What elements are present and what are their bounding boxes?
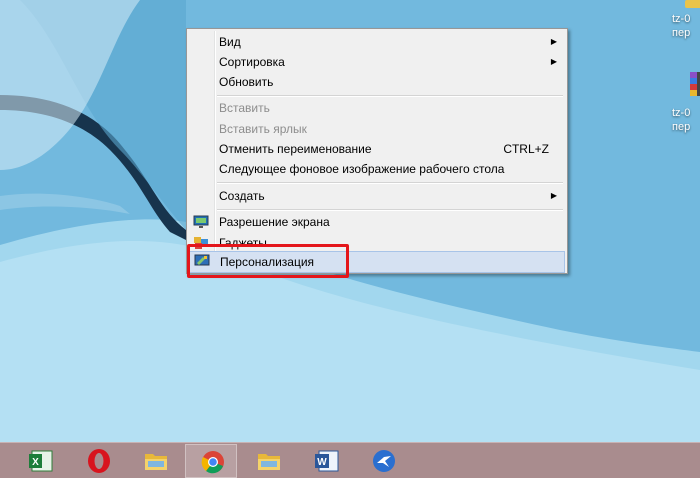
taskbar-explorer[interactable] (129, 444, 181, 478)
menu-item-next-background[interactable]: Следующее фоновое изображение рабочего с… (189, 158, 565, 180)
taskbar-opera[interactable] (72, 444, 124, 478)
taskbar-excel[interactable]: X (14, 444, 66, 478)
submenu-arrow-icon: ▶ (550, 37, 557, 46)
red-highlight-box (187, 244, 349, 278)
file-icon (685, 0, 700, 8)
taskbar-explorer-2[interactable] (242, 444, 294, 478)
menu-separator (217, 182, 563, 184)
desktop-context-menu: Вид ▶ Сортировка ▶ Обновить Вставить Вст… (186, 28, 568, 274)
folder-icon (143, 448, 169, 474)
screen-resolution-icon (193, 214, 209, 228)
taskbar-app[interactable] (357, 444, 409, 478)
desktop-icon-1[interactable]: tz-0 пер (672, 0, 700, 40)
menu-item-screen-resolution[interactable]: Разрешение экрана (189, 211, 565, 233)
menu-item-view[interactable]: Вид ▶ (189, 31, 565, 53)
menu-item-refresh[interactable]: Обновить (189, 71, 565, 93)
opera-icon (86, 448, 112, 474)
menu-item-undo-rename[interactable]: Отменить переименование CTRL+Z (189, 138, 565, 160)
folder-icon (256, 448, 282, 474)
word-icon: W (314, 448, 340, 474)
desktop-icon-label: tz-0 пер (672, 107, 691, 133)
taskbar-word[interactable]: W (300, 444, 352, 478)
taskbar: X W (0, 442, 700, 478)
submenu-arrow-icon: ▶ (550, 191, 557, 200)
desktop-icon-2[interactable]: tz-0 пер (672, 70, 700, 134)
svg-text:X: X (32, 457, 39, 468)
desktop-icon-label: tz-0 пер (672, 13, 691, 39)
menu-item-paste-shortcut[interactable]: Вставить ярлык (189, 118, 565, 140)
submenu-arrow-icon: ▶ (550, 57, 557, 66)
chrome-icon (200, 449, 226, 475)
shortcut-label: CTRL+Z (503, 142, 549, 156)
svg-text:W: W (317, 457, 327, 468)
menu-item-create[interactable]: Создать ▶ (189, 185, 565, 207)
menu-item-paste[interactable]: Вставить (189, 97, 565, 119)
winrar-archive-icon (688, 70, 700, 96)
excel-icon: X (28, 448, 54, 474)
menu-item-sort[interactable]: Сортировка ▶ (189, 51, 565, 73)
taskbar-chrome[interactable] (185, 444, 237, 478)
bird-app-icon (371, 448, 397, 474)
